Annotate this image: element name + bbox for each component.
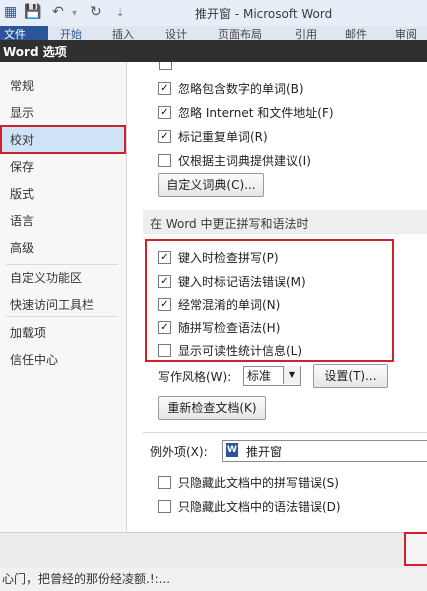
- option-label: 键入时检查拼写(P): [178, 251, 279, 265]
- recheck-document-button[interactable]: 重新检查文档(K): [158, 396, 266, 420]
- checkbox-ignore-numbers[interactable]: ✓: [158, 82, 171, 95]
- option-label: 键入时标记语法错误(M): [178, 275, 306, 289]
- file-tab[interactable]: 文件: [0, 26, 48, 40]
- sidebar-divider: [6, 316, 118, 317]
- tab-references[interactable]: 引用: [295, 26, 317, 40]
- exceptions-document-value: 推开窗: [246, 445, 283, 459]
- tab-home[interactable]: 开始: [60, 26, 82, 40]
- ok-button[interactable]: [404, 532, 427, 566]
- checkbox-check-spelling[interactable]: ✓: [158, 251, 171, 264]
- sidebar-item-advanced[interactable]: 高级: [10, 239, 34, 256]
- writing-style-value: 标准: [247, 369, 272, 383]
- sidebar-divider: [6, 264, 118, 265]
- section-title: 在 Word 中更正拼写和语法时: [150, 217, 309, 231]
- customize-qat-icon[interactable]: ⇣: [116, 8, 124, 19]
- sidebar-item-save[interactable]: 保存: [10, 158, 34, 175]
- custom-dictionaries-button[interactable]: 自定义词典(C)...: [158, 173, 264, 197]
- sidebar-item-display[interactable]: 显示: [10, 104, 34, 121]
- option-label: 忽略包含数字的单词(B): [178, 82, 304, 96]
- option-label: 显示可读性统计信息(L): [178, 344, 303, 358]
- checkbox-hide-spelling-errors[interactable]: [158, 476, 171, 489]
- sidebar-item-layout[interactable]: 版式: [10, 185, 34, 202]
- grammar-settings-button[interactable]: 设置(T)...: [313, 364, 388, 388]
- caption-text: 心门，把曾经的那份经凌额.!:...: [2, 572, 171, 586]
- checkbox-ignore-internet[interactable]: ✓: [158, 106, 171, 119]
- option-label: 只隐藏此文档中的拼写错误(S): [178, 476, 339, 490]
- section-divider: [143, 432, 427, 433]
- tab-design[interactable]: 设计: [165, 26, 187, 40]
- checkbox-readability-stats[interactable]: [158, 344, 171, 357]
- save-icon[interactable]: 💾: [24, 4, 41, 20]
- writing-style-label: 写作风格(W):: [158, 370, 232, 384]
- option-label: 忽略 Internet 和文件地址(F): [178, 106, 334, 120]
- checkbox-mark-grammar[interactable]: ✓: [158, 275, 171, 288]
- chevron-down-icon[interactable]: ▼: [283, 366, 300, 384]
- checkbox-confused-words[interactable]: ✓: [158, 298, 171, 311]
- option-label: 只隐藏此文档中的语法错误(D): [178, 500, 341, 514]
- word-document-icon: W: [226, 443, 238, 457]
- sidebar-item-language[interactable]: 语言: [10, 212, 34, 229]
- sidebar-item-trust-center[interactable]: 信任中心: [10, 351, 58, 368]
- option-label: 标记重复单词(R): [178, 130, 268, 144]
- exceptions-label: 例外项(X):: [150, 445, 208, 459]
- checkbox-hide-grammar-errors[interactable]: [158, 500, 171, 513]
- scrolled-option-partial: [155, 62, 305, 71]
- dialog-footer: [0, 532, 427, 569]
- checkbox-main-dict-only[interactable]: [158, 154, 171, 167]
- tab-insert[interactable]: 插入: [112, 26, 134, 40]
- app-title: 推开窗 - Microsoft Word: [195, 7, 333, 21]
- sidebar-item-proofing[interactable]: 校对: [10, 131, 34, 148]
- tab-review[interactable]: 审阅: [395, 26, 417, 40]
- word-app-icon: ▦: [4, 4, 18, 20]
- tab-layout[interactable]: 页面布局: [218, 26, 262, 40]
- option-label: 仅根据主词典提供建议(I): [178, 154, 311, 168]
- tab-mailings[interactable]: 邮件: [345, 26, 367, 40]
- sidebar-item-addins[interactable]: 加载项: [10, 324, 46, 341]
- sidebar-item-customize-ribbon[interactable]: 自定义功能区: [10, 269, 82, 286]
- undo-icon[interactable]: ↶: [52, 4, 64, 20]
- checkbox-grammar-with-spelling[interactable]: ✓: [158, 321, 171, 334]
- redo-icon[interactable]: ↻: [90, 4, 102, 20]
- option-label: 经常混淆的单词(N): [178, 298, 281, 312]
- undo-dropdown-icon[interactable]: ▾: [72, 8, 77, 19]
- dialog-title: Word 选项: [3, 45, 67, 59]
- sidebar-item-general[interactable]: 常规: [10, 77, 34, 94]
- sidebar-item-quick-access-toolbar[interactable]: 快速访问工具栏: [10, 296, 94, 313]
- option-label: 随拼写检查语法(H): [178, 321, 281, 335]
- checkbox-flag-repeated[interactable]: ✓: [158, 130, 171, 143]
